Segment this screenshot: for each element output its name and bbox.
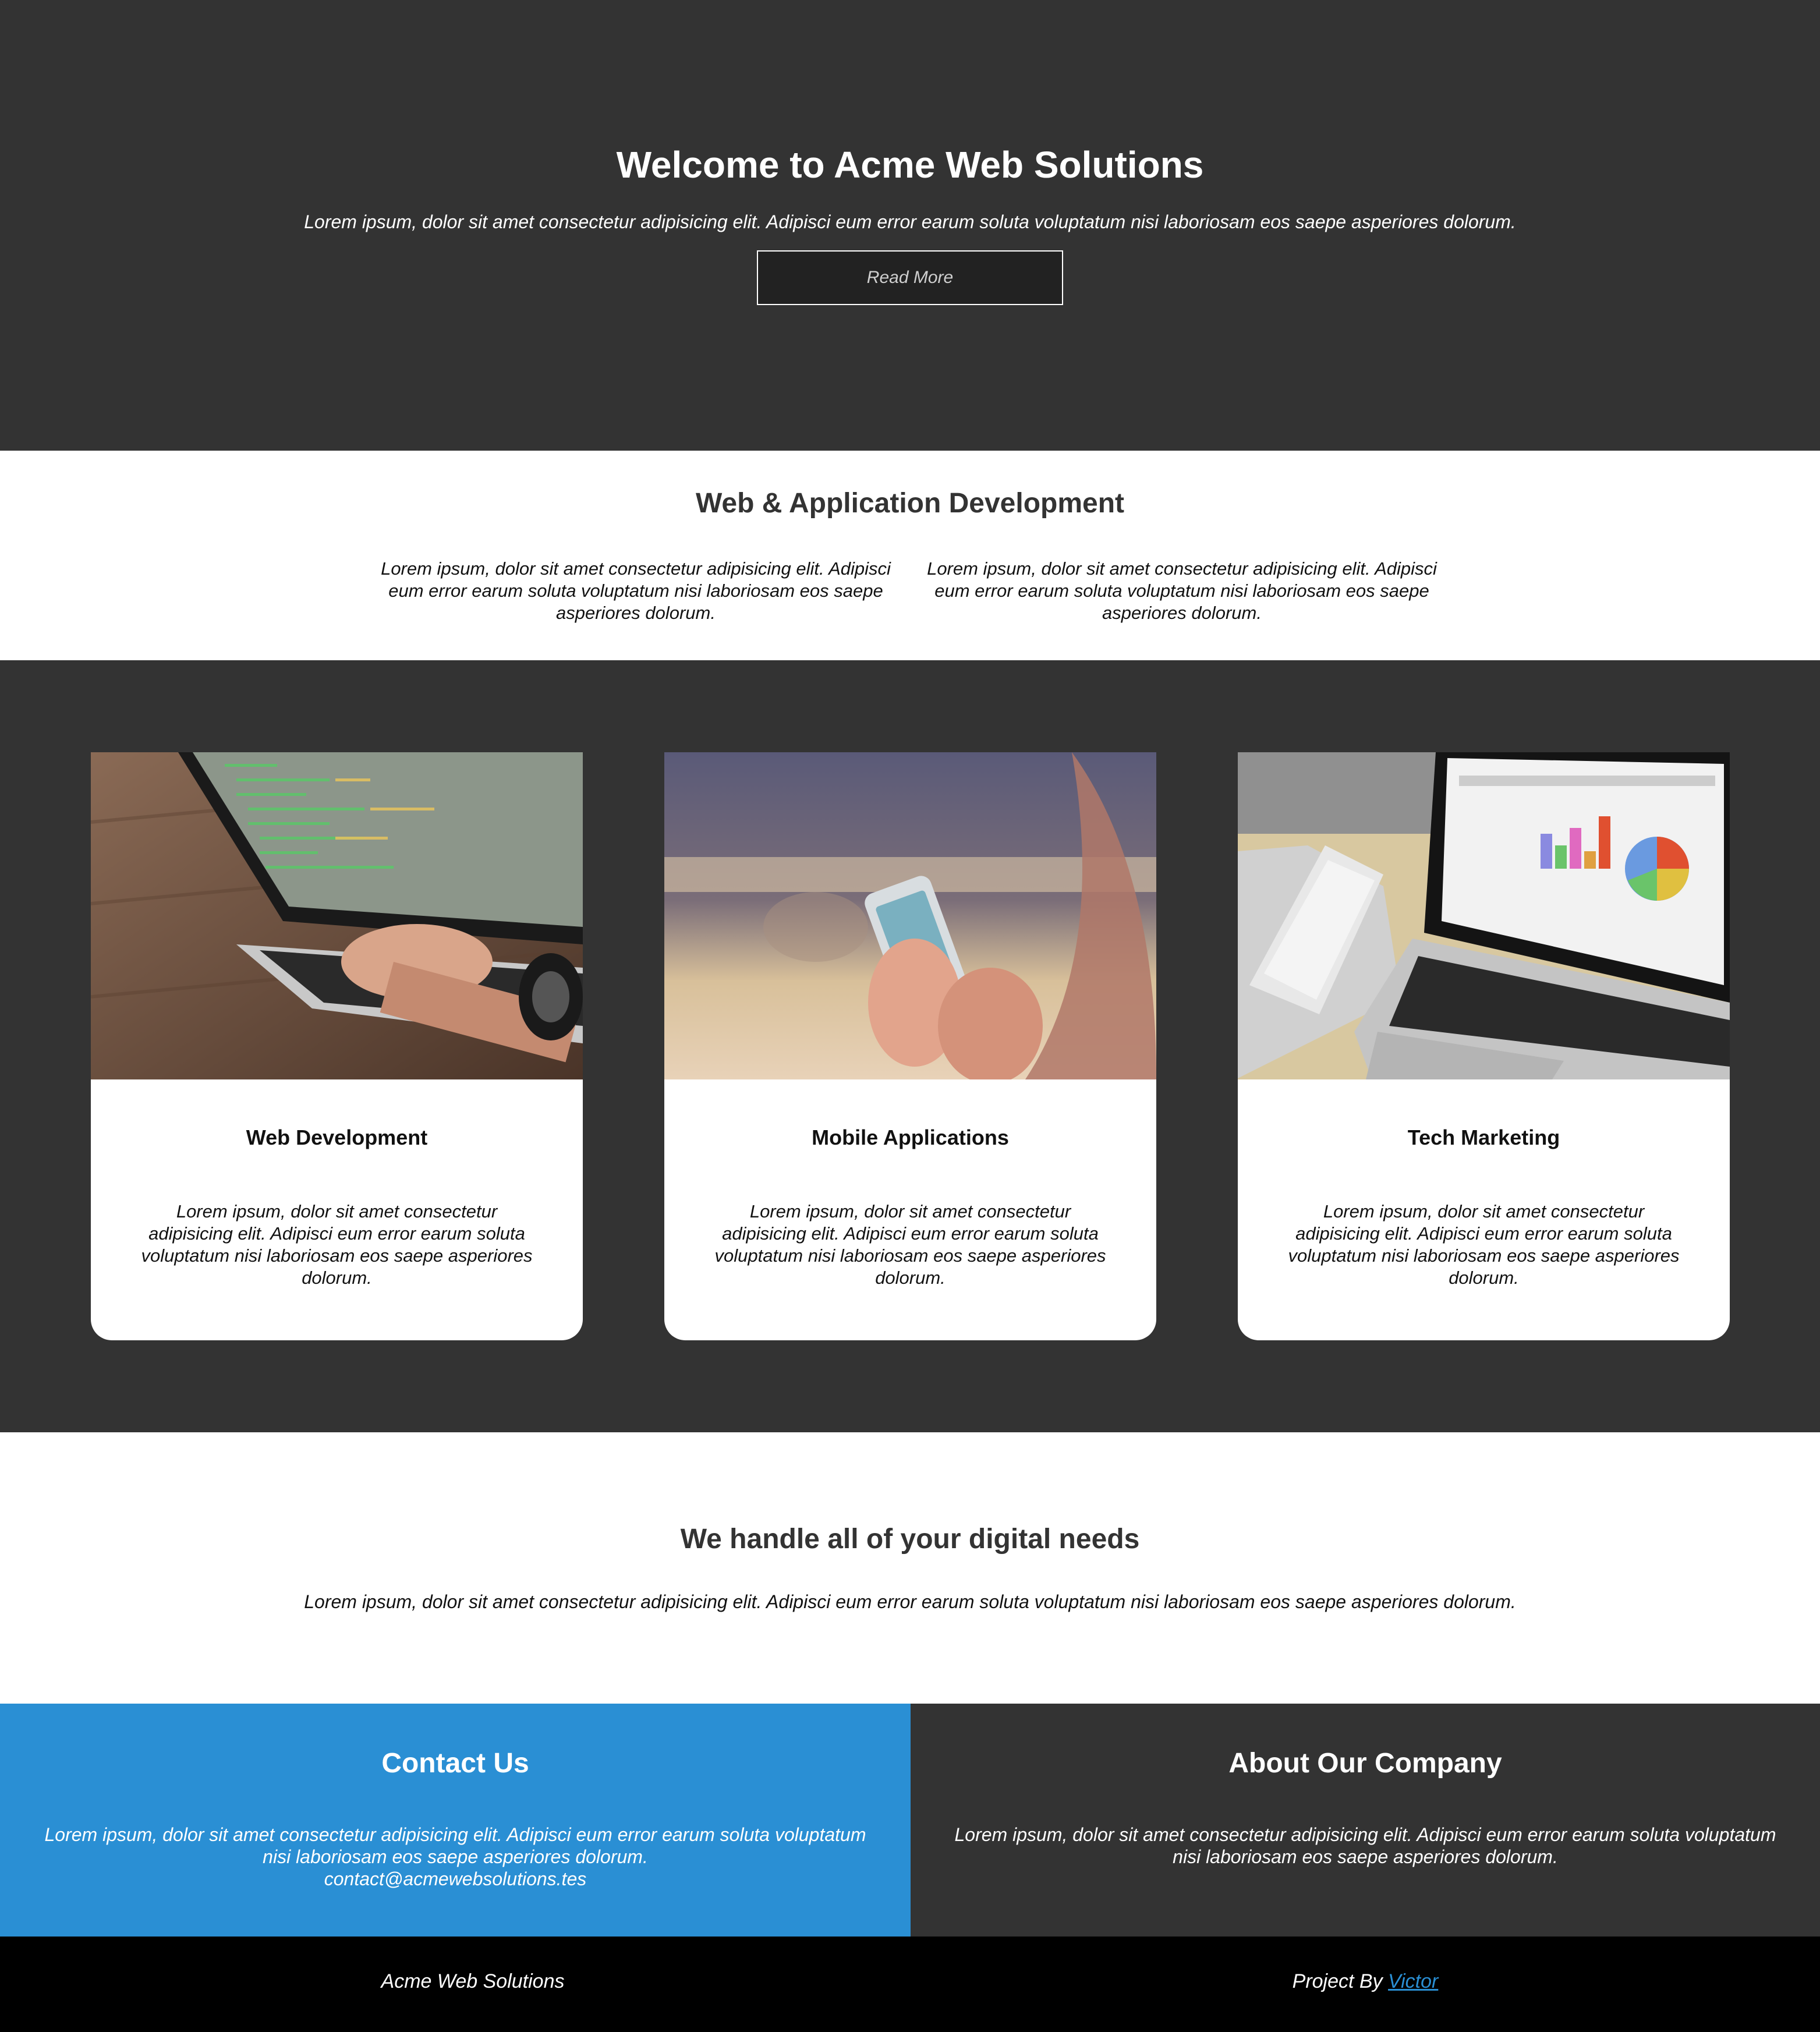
card-text: Lorem ipsum, dolor sit amet consectetur …	[714, 1201, 1106, 1288]
contact-email[interactable]: contact@acmewebsolutions.tes	[0, 1868, 911, 1890]
services-section: Web Development Lorem ipsum, dolor sit a…	[0, 660, 1820, 1432]
service-card-web-development: Web Development Lorem ipsum, dolor sit a…	[91, 752, 583, 1340]
phone-in-hands-photo	[664, 752, 1156, 1079]
contact-text: Lorem ipsum, dolor sit amet consectetur …	[44, 1824, 866, 1867]
laptop-charts-tablet-photo	[1238, 752, 1730, 1079]
development-column-right: Lorem ipsum, dolor sit amet consectetur …	[927, 558, 1437, 623]
footer-brand: Acme Web Solutions	[381, 1970, 565, 1992]
about-title: About Our Company	[1228, 1748, 1502, 1779]
hero-title: Welcome to Acme Web Solutions	[616, 144, 1204, 186]
hero-subtitle: Lorem ipsum, dolor sit amet consectetur …	[304, 211, 1516, 232]
card-title: Web Development	[246, 1125, 428, 1149]
development-column-left: Lorem ipsum, dolor sit amet consectetur …	[381, 558, 891, 623]
contact-section: Contact Us Lorem ipsum, dolor sit amet c…	[0, 1704, 911, 1937]
card-title: Tech Marketing	[1407, 1125, 1560, 1149]
footer: Acme Web Solutions Project By Victor	[0, 1937, 1820, 2032]
digital-needs-title: We handle all of your digital needs	[680, 1524, 1140, 1555]
card-text: Lorem ipsum, dolor sit amet consectetur …	[141, 1201, 533, 1288]
digital-needs-section: We handle all of your digital needs Lore…	[0, 1432, 1820, 1704]
read-more-button[interactable]: Read More	[757, 250, 1063, 305]
card-text: Lorem ipsum, dolor sit amet consectetur …	[1288, 1201, 1680, 1288]
laptop-coding-photo	[91, 752, 583, 1079]
about-section: About Our Company Lorem ipsum, dolor sit…	[911, 1704, 1820, 1937]
development-section: Web & Application Development Lorem ipsu…	[0, 451, 1820, 660]
footer-credit: Project By Victor	[911, 1970, 1820, 1993]
about-text: Lorem ipsum, dolor sit amet consectetur …	[954, 1824, 1776, 1867]
service-card-tech-marketing: Tech Marketing Lorem ipsum, dolor sit am…	[1238, 752, 1730, 1340]
author-link[interactable]: Victor	[1388, 1970, 1438, 1992]
development-title: Web & Application Development	[695, 488, 1125, 519]
contact-title: Contact Us	[381, 1748, 529, 1779]
digital-needs-text: Lorem ipsum, dolor sit amet consectetur …	[304, 1591, 1516, 1612]
card-title: Mobile Applications	[812, 1125, 1009, 1149]
service-card-mobile-applications: Mobile Applications Lorem ipsum, dolor s…	[664, 752, 1156, 1340]
footer-credit-prefix: Project By	[1292, 1970, 1383, 1992]
hero-section: Welcome to Acme Web Solutions Lorem ipsu…	[0, 0, 1820, 451]
